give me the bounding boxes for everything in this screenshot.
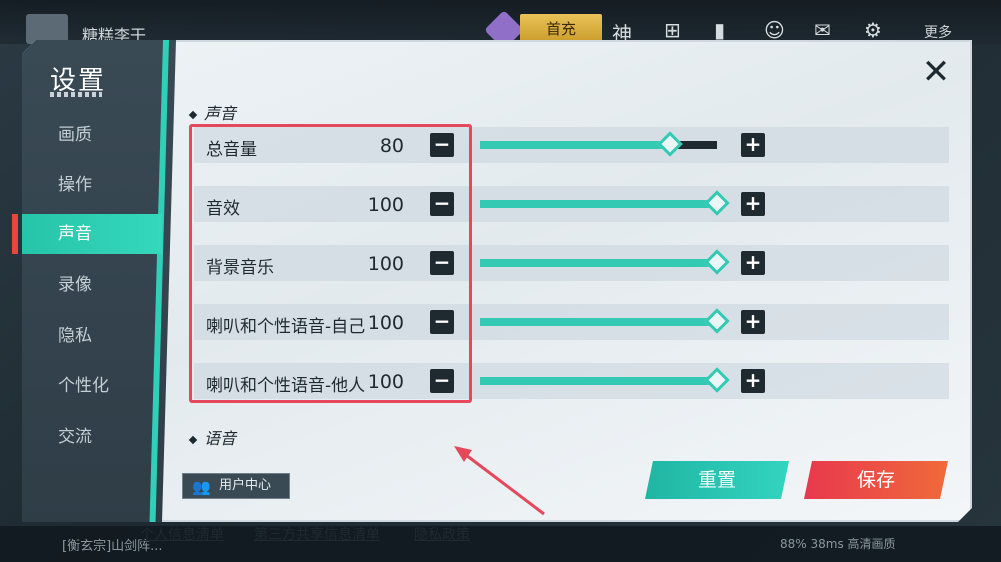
nav-item-recording[interactable]: 录像 (22, 265, 162, 305)
save-button[interactable]: 保存 (804, 461, 948, 499)
increase-button[interactable]: + (741, 192, 765, 216)
nav-item-controls[interactable]: 操作 (22, 165, 162, 205)
map-icon[interactable]: ⊞ (664, 18, 681, 42)
nav-item-communication[interactable]: 交流 (22, 417, 162, 457)
volume-slider[interactable] (480, 308, 730, 334)
highlight-annotation-box (189, 124, 472, 403)
slider-thumb[interactable] (704, 249, 730, 275)
increase-button[interactable]: + (741, 369, 765, 393)
nav-item-personalization[interactable]: 个性化 (22, 366, 162, 406)
personal-info-list-link[interactable]: 个人信息清单 (140, 524, 224, 544)
slider-fill (480, 200, 717, 208)
slider-fill (480, 141, 670, 149)
user-group-icon: 👥 (192, 478, 211, 496)
gear-icon[interactable]: ⚙ (864, 18, 882, 42)
first-charge-button[interactable]: 首充 (520, 14, 602, 44)
slider-fill (480, 318, 717, 326)
status-readout: 88% 38ms 高清画质 (780, 537, 896, 551)
volume-slider[interactable] (480, 131, 717, 157)
annotation-arrow-icon (454, 446, 545, 516)
title-decoration (50, 92, 102, 97)
nav-active-indicator (12, 214, 18, 254)
reset-button[interactable]: 重置 (645, 461, 789, 499)
volume-slider[interactable] (480, 367, 730, 393)
section-title-voice: 语音 (188, 425, 237, 449)
increase-button[interactable]: + (741, 133, 765, 157)
slider-thumb[interactable] (656, 131, 683, 157)
slider-fill (480, 377, 717, 385)
more-menu-button[interactable]: 更多 (924, 22, 952, 42)
nav-item-privacy[interactable]: 隐私 (22, 316, 162, 356)
slider-thumb[interactable] (704, 367, 730, 393)
mail-icon[interactable]: ✉ (814, 18, 831, 42)
increase-button[interactable]: + (741, 310, 765, 334)
slider-thumb[interactable] (704, 308, 730, 334)
nav-item-sound[interactable]: 声音 (22, 214, 162, 254)
privacy-policy-link[interactable]: 隐私政策 (414, 524, 470, 544)
close-icon[interactable]: ✕ (918, 55, 954, 92)
increase-button[interactable]: + (741, 251, 765, 275)
bullet-icon (188, 435, 198, 444)
third-party-sharing-link[interactable]: 第三方共享信息清单 (254, 524, 380, 544)
slider-thumb[interactable] (704, 190, 730, 216)
nav-item-graphics[interactable]: 画质 (22, 115, 162, 155)
section-title-sound: 声音 (188, 100, 237, 124)
friends-icon[interactable]: ☺ (764, 18, 785, 42)
volume-slider[interactable] (480, 249, 730, 275)
stats-icon[interactable]: ▮ (714, 18, 725, 42)
slider-fill (480, 259, 717, 267)
section-title-voice-text: 语音 (204, 429, 237, 448)
bullet-icon (188, 110, 198, 119)
player-avatar[interactable] (26, 14, 68, 44)
volume-slider[interactable] (480, 190, 730, 216)
section-title-sound-text: 声音 (204, 104, 237, 123)
